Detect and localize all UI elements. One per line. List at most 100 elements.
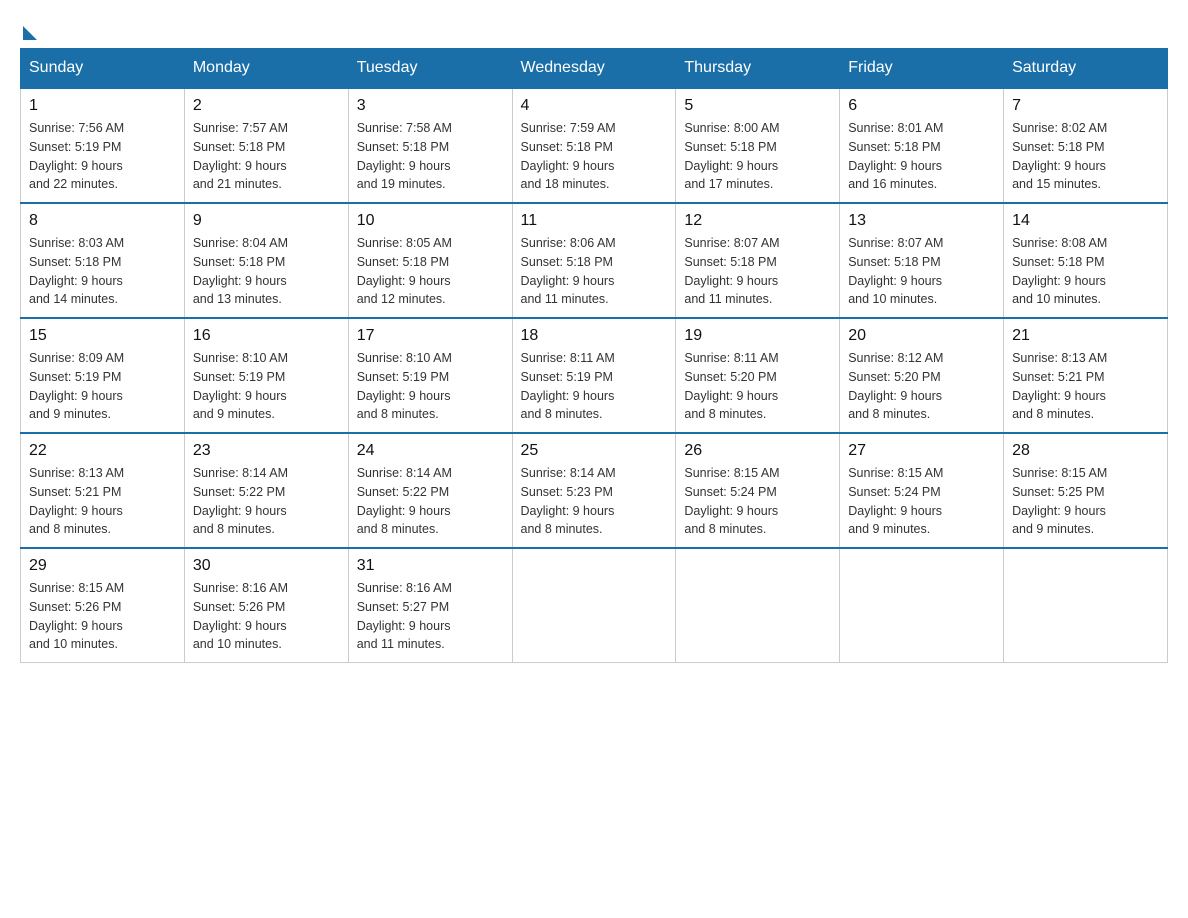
calendar-cell: 8 Sunrise: 8:03 AMSunset: 5:18 PMDayligh… [21, 203, 185, 318]
calendar-cell: 21 Sunrise: 8:13 AMSunset: 5:21 PMDaylig… [1004, 318, 1168, 433]
col-header-monday: Monday [184, 49, 348, 89]
day-info: Sunrise: 8:13 AMSunset: 5:21 PMDaylight:… [29, 466, 124, 536]
day-info: Sunrise: 8:16 AMSunset: 5:26 PMDaylight:… [193, 581, 288, 651]
day-info: Sunrise: 7:57 AMSunset: 5:18 PMDaylight:… [193, 121, 288, 191]
day-number: 24 [357, 442, 504, 460]
day-info: Sunrise: 8:07 AMSunset: 5:18 PMDaylight:… [684, 236, 779, 306]
day-number: 15 [29, 327, 176, 345]
day-info: Sunrise: 8:11 AMSunset: 5:20 PMDaylight:… [684, 351, 778, 421]
day-info: Sunrise: 8:14 AMSunset: 5:22 PMDaylight:… [193, 466, 288, 536]
day-info: Sunrise: 8:11 AMSunset: 5:19 PMDaylight:… [521, 351, 615, 421]
calendar-cell: 2 Sunrise: 7:57 AMSunset: 5:18 PMDayligh… [184, 88, 348, 203]
day-number: 7 [1012, 97, 1159, 115]
day-number: 25 [521, 442, 668, 460]
calendar-cell [840, 548, 1004, 663]
col-header-sunday: Sunday [21, 49, 185, 89]
page-header [20, 20, 1168, 38]
day-number: 19 [684, 327, 831, 345]
calendar-header-row: SundayMondayTuesdayWednesdayThursdayFrid… [21, 49, 1168, 89]
day-number: 3 [357, 97, 504, 115]
calendar-week-row: 22 Sunrise: 8:13 AMSunset: 5:21 PMDaylig… [21, 433, 1168, 548]
day-info: Sunrise: 8:14 AMSunset: 5:22 PMDaylight:… [357, 466, 452, 536]
calendar-cell: 26 Sunrise: 8:15 AMSunset: 5:24 PMDaylig… [676, 433, 840, 548]
calendar-cell [676, 548, 840, 663]
day-number: 21 [1012, 327, 1159, 345]
calendar-cell: 23 Sunrise: 8:14 AMSunset: 5:22 PMDaylig… [184, 433, 348, 548]
calendar-week-row: 8 Sunrise: 8:03 AMSunset: 5:18 PMDayligh… [21, 203, 1168, 318]
calendar-cell: 13 Sunrise: 8:07 AMSunset: 5:18 PMDaylig… [840, 203, 1004, 318]
day-number: 10 [357, 212, 504, 230]
day-number: 8 [29, 212, 176, 230]
calendar-cell: 17 Sunrise: 8:10 AMSunset: 5:19 PMDaylig… [348, 318, 512, 433]
calendar-cell: 28 Sunrise: 8:15 AMSunset: 5:25 PMDaylig… [1004, 433, 1168, 548]
day-number: 16 [193, 327, 340, 345]
day-number: 20 [848, 327, 995, 345]
calendar-cell: 7 Sunrise: 8:02 AMSunset: 5:18 PMDayligh… [1004, 88, 1168, 203]
day-info: Sunrise: 8:15 AMSunset: 5:25 PMDaylight:… [1012, 466, 1107, 536]
calendar-cell: 3 Sunrise: 7:58 AMSunset: 5:18 PMDayligh… [348, 88, 512, 203]
day-info: Sunrise: 8:12 AMSunset: 5:20 PMDaylight:… [848, 351, 943, 421]
col-header-wednesday: Wednesday [512, 49, 676, 89]
day-info: Sunrise: 8:16 AMSunset: 5:27 PMDaylight:… [357, 581, 452, 651]
day-info: Sunrise: 8:14 AMSunset: 5:23 PMDaylight:… [521, 466, 616, 536]
calendar-cell: 11 Sunrise: 8:06 AMSunset: 5:18 PMDaylig… [512, 203, 676, 318]
day-info: Sunrise: 8:00 AMSunset: 5:18 PMDaylight:… [684, 121, 779, 191]
calendar-cell: 31 Sunrise: 8:16 AMSunset: 5:27 PMDaylig… [348, 548, 512, 663]
col-header-tuesday: Tuesday [348, 49, 512, 89]
calendar-week-row: 29 Sunrise: 8:15 AMSunset: 5:26 PMDaylig… [21, 548, 1168, 663]
calendar-cell: 10 Sunrise: 8:05 AMSunset: 5:18 PMDaylig… [348, 203, 512, 318]
calendar-cell: 25 Sunrise: 8:14 AMSunset: 5:23 PMDaylig… [512, 433, 676, 548]
calendar-cell: 30 Sunrise: 8:16 AMSunset: 5:26 PMDaylig… [184, 548, 348, 663]
calendar-cell: 6 Sunrise: 8:01 AMSunset: 5:18 PMDayligh… [840, 88, 1004, 203]
day-number: 26 [684, 442, 831, 460]
day-info: Sunrise: 8:15 AMSunset: 5:24 PMDaylight:… [848, 466, 943, 536]
day-number: 11 [521, 212, 668, 230]
calendar-cell: 18 Sunrise: 8:11 AMSunset: 5:19 PMDaylig… [512, 318, 676, 433]
day-info: Sunrise: 8:05 AMSunset: 5:18 PMDaylight:… [357, 236, 452, 306]
day-number: 29 [29, 557, 176, 575]
calendar-cell: 22 Sunrise: 8:13 AMSunset: 5:21 PMDaylig… [21, 433, 185, 548]
day-info: Sunrise: 8:15 AMSunset: 5:24 PMDaylight:… [684, 466, 779, 536]
calendar-cell: 5 Sunrise: 8:00 AMSunset: 5:18 PMDayligh… [676, 88, 840, 203]
logo [20, 20, 37, 38]
day-info: Sunrise: 7:56 AMSunset: 5:19 PMDaylight:… [29, 121, 124, 191]
calendar-cell [512, 548, 676, 663]
day-info: Sunrise: 7:59 AMSunset: 5:18 PMDaylight:… [521, 121, 616, 191]
day-number: 5 [684, 97, 831, 115]
calendar-cell: 20 Sunrise: 8:12 AMSunset: 5:20 PMDaylig… [840, 318, 1004, 433]
calendar-cell: 24 Sunrise: 8:14 AMSunset: 5:22 PMDaylig… [348, 433, 512, 548]
day-number: 2 [193, 97, 340, 115]
day-info: Sunrise: 8:10 AMSunset: 5:19 PMDaylight:… [357, 351, 452, 421]
calendar-table: SundayMondayTuesdayWednesdayThursdayFrid… [20, 48, 1168, 663]
day-info: Sunrise: 8:06 AMSunset: 5:18 PMDaylight:… [521, 236, 616, 306]
day-number: 14 [1012, 212, 1159, 230]
day-number: 12 [684, 212, 831, 230]
day-number: 23 [193, 442, 340, 460]
day-number: 17 [357, 327, 504, 345]
day-info: Sunrise: 8:01 AMSunset: 5:18 PMDaylight:… [848, 121, 943, 191]
day-info: Sunrise: 8:08 AMSunset: 5:18 PMDaylight:… [1012, 236, 1107, 306]
calendar-cell: 9 Sunrise: 8:04 AMSunset: 5:18 PMDayligh… [184, 203, 348, 318]
calendar-cell: 4 Sunrise: 7:59 AMSunset: 5:18 PMDayligh… [512, 88, 676, 203]
day-number: 4 [521, 97, 668, 115]
calendar-cell: 16 Sunrise: 8:10 AMSunset: 5:19 PMDaylig… [184, 318, 348, 433]
calendar-cell [1004, 548, 1168, 663]
calendar-cell: 15 Sunrise: 8:09 AMSunset: 5:19 PMDaylig… [21, 318, 185, 433]
day-info: Sunrise: 7:58 AMSunset: 5:18 PMDaylight:… [357, 121, 452, 191]
day-number: 28 [1012, 442, 1159, 460]
day-info: Sunrise: 8:02 AMSunset: 5:18 PMDaylight:… [1012, 121, 1107, 191]
day-info: Sunrise: 8:09 AMSunset: 5:19 PMDaylight:… [29, 351, 124, 421]
day-info: Sunrise: 8:15 AMSunset: 5:26 PMDaylight:… [29, 581, 124, 651]
calendar-cell: 19 Sunrise: 8:11 AMSunset: 5:20 PMDaylig… [676, 318, 840, 433]
day-number: 22 [29, 442, 176, 460]
day-number: 9 [193, 212, 340, 230]
day-info: Sunrise: 8:04 AMSunset: 5:18 PMDaylight:… [193, 236, 288, 306]
col-header-friday: Friday [840, 49, 1004, 89]
col-header-thursday: Thursday [676, 49, 840, 89]
day-info: Sunrise: 8:13 AMSunset: 5:21 PMDaylight:… [1012, 351, 1107, 421]
calendar-cell: 29 Sunrise: 8:15 AMSunset: 5:26 PMDaylig… [21, 548, 185, 663]
logo-arrow-icon [23, 26, 37, 40]
calendar-cell: 12 Sunrise: 8:07 AMSunset: 5:18 PMDaylig… [676, 203, 840, 318]
col-header-saturday: Saturday [1004, 49, 1168, 89]
day-number: 31 [357, 557, 504, 575]
